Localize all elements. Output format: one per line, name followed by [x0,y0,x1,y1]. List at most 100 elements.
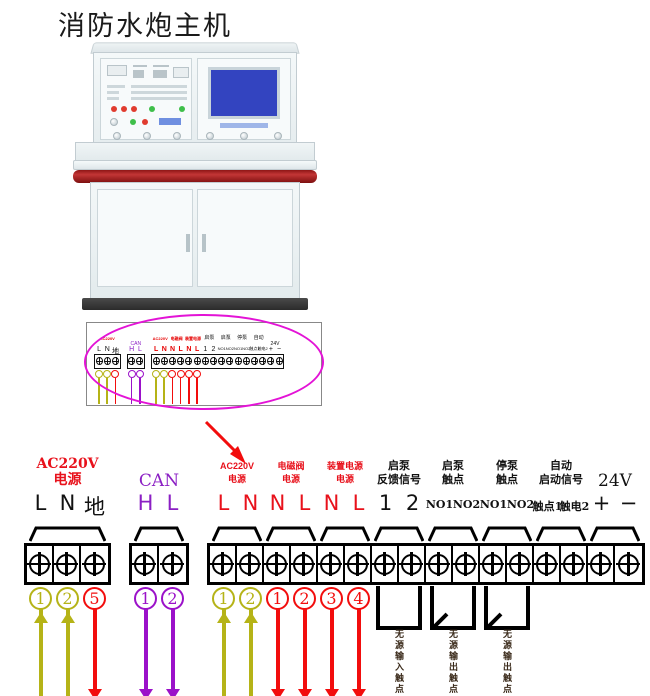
note-char: 触 [448,674,458,684]
fastener [113,132,121,140]
screw-terminal-icon [507,551,531,576]
keypad-block [133,70,144,78]
wire-number-badge: 1 [29,587,52,610]
wire-arrow-icon [165,689,180,696]
terminal-screw-cell[interactable] [345,546,372,582]
group-brace-device-power [320,526,370,542]
screw-terminal-icon [399,551,423,576]
wire-line [302,608,307,696]
wire-line [356,608,361,696]
terminal-screw-cell[interactable] [480,546,507,582]
mini-lcd-display [107,65,127,76]
screw-terminal-icon [291,551,315,576]
cabinet-left-panel [100,58,192,140]
fastener [206,132,214,140]
terminal-screw-cell[interactable] [81,546,108,582]
wire-number-badge: 1 [134,587,157,610]
cabinet-desk-surface [75,142,315,162]
terminal-screw-cell[interactable] [237,546,264,582]
terminal-screw-cell[interactable] [264,546,291,582]
group-brace-can-bus [134,526,184,542]
indicator-led-red [111,106,117,112]
wire-arrow-icon [270,689,285,696]
screw-terminal-icon [588,551,612,576]
indicator-led-green [179,106,185,112]
main-display-screen [208,67,280,119]
label-line [107,91,119,94]
terminal-screw-cell[interactable] [318,546,345,582]
terminal-screw-cell[interactable] [426,546,453,582]
note-char: 点 [394,685,404,695]
note-char: 触 [394,674,404,684]
label-line [131,85,187,88]
screw-terminal-icon [616,551,640,576]
terminal-screw-cell[interactable] [372,546,399,582]
wire-arrow-icon [60,612,75,623]
group-brace-auto-start-signal [536,526,586,542]
indicator-led-red [121,106,127,112]
dry-contact-note: 无源输入触点 [394,630,405,696]
screw-terminal-icon [27,551,51,576]
screw-terminal-icon [561,551,585,576]
terminal-screw-cell[interactable] [291,546,318,582]
terminal-screw-cell[interactable] [132,546,159,582]
group-title-dc24v: 24V [560,471,650,492]
terminal-screw-cell[interactable] [54,546,81,582]
terminal-screw-cell[interactable] [159,546,186,582]
wire-number-badge: 1 [212,587,235,610]
note-char: 输 [502,652,512,662]
terminal-screw-cell[interactable] [27,546,54,582]
keypad-block [153,70,167,78]
highlight-ellipse [84,314,324,410]
pin-label-can-bus-1: L [166,491,179,515]
label-line [107,97,119,100]
note-char: 源 [448,641,458,651]
note-char: 源 [394,641,404,651]
fastener [173,132,181,140]
screw-terminal-icon [372,551,396,576]
group-brace-solenoid-valve-power [266,526,316,542]
note-char: 无 [394,630,404,640]
screw-terminal-icon [237,551,261,576]
note-char: 出 [502,663,512,673]
terminal-screw-cell[interactable] [399,546,426,582]
group-title-line1: 24V [598,471,632,491]
key-switch [110,118,118,126]
terminal-screw-cell[interactable] [561,546,588,582]
label-line [107,85,125,88]
control-cabinet-photo [70,42,320,312]
pin-label-dc24v-1: − [619,491,638,515]
terminal-screw-cell[interactable] [534,546,561,582]
wire-arrow-icon [216,612,231,623]
screw-terminal-icon [534,551,558,576]
cabinet-base-plinth [82,298,308,310]
terminal-screw-cell[interactable] [453,546,480,582]
terminal-block [129,543,189,585]
dry-contact-note: 无源输出触点 [502,630,513,696]
wire-arrow-icon [351,689,366,696]
terminal-strip-thumbnail: AC220V L N 地 CAN H L AC220V L N 电磁阀 N L 装置电源 N L 启泵 1 2 启泵 N… [84,314,324,410]
wire-number-badge: 4 [347,587,370,610]
wire-arrow-icon [87,689,102,696]
display-brand-label [220,123,268,128]
group-brace-ac220v-power-in [212,526,262,542]
terminal-screw-cell[interactable] [210,546,237,582]
note-char: 点 [502,685,512,695]
group-title-line1: AC220V [36,456,99,472]
wire-number-badge: 2 [161,587,184,610]
label-line [131,97,187,100]
screw-terminal-icon [426,551,450,576]
wire-number-badge: 2 [56,587,79,610]
wire-line [329,608,334,696]
terminal-screw-cell[interactable] [588,546,615,582]
wire-number-badge: 2 [293,587,316,610]
terminal-screw-cell[interactable] [507,546,534,582]
wire-line [170,608,175,696]
blue-button-row [159,118,181,125]
note-char: 点 [448,685,458,695]
wire-number-badge: 2 [239,587,262,610]
door-handle [186,234,190,252]
aux-display [173,67,189,78]
wire-arrow-icon [297,689,312,696]
terminal-screw-cell[interactable] [615,546,642,582]
